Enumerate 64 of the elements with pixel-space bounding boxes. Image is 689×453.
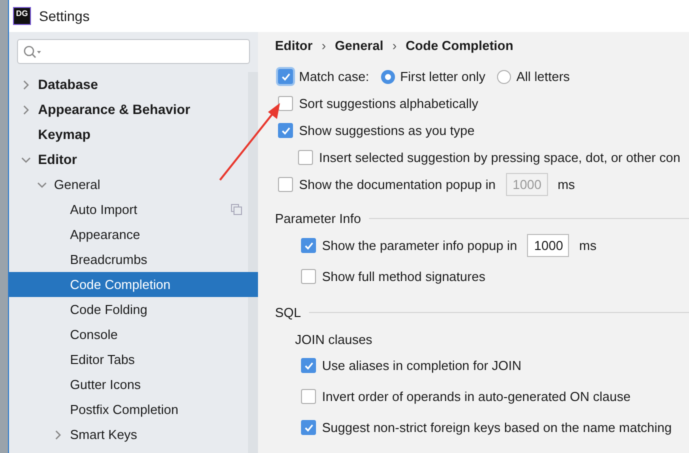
checkbox[interactable] [278,69,293,84]
tree-item[interactable]: Database [9,72,258,97]
breadcrumb-separator: › [392,38,397,52]
option-label: Show suggestions as you type [299,123,475,138]
radio-option[interactable]: All letters [497,69,570,84]
checkbox[interactable] [301,269,316,284]
chevron-down-icon[interactable] [36,180,46,190]
option-label: Show the parameter info popup in [322,238,518,253]
section-title: SQL [275,304,302,320]
section-title: Parameter Info [275,210,361,226]
radio-button[interactable] [497,70,512,84]
check-icon [304,360,314,370]
chevron-right-icon[interactable] [20,104,30,114]
option-label: Show full method signatures [322,269,486,284]
breadcrumb-separator: › [322,38,326,52]
check-icon [304,240,314,250]
check-icon [304,422,314,432]
tree-item[interactable]: Smart Keys [9,422,258,447]
tree-item[interactable]: Auto Import [9,197,258,222]
tree-item[interactable]: Code Folding [9,297,258,322]
checkbox[interactable] [301,420,316,435]
checkbox[interactable] [278,96,293,111]
option-label: Sort suggestions alphabetically [299,96,478,111]
breadcrumb-item[interactable]: General [334,38,384,52]
unit-label: ms [558,177,575,192]
option-label: Insert selected suggestion by pressing space, dot, or other con [319,150,680,165]
tree-item[interactable]: Editor Tabs [9,347,258,372]
radio-option[interactable]: First letter only [381,69,486,84]
checkbox[interactable] [301,238,316,253]
option-label: Suggest non-strict foreign keys based on the name matching [322,420,672,435]
breadcrumb-item[interactable]: Editor [275,38,313,52]
search-field[interactable] [17,39,250,64]
tree-item[interactable]: Gutter Icons [9,372,258,397]
window-title: Settings [39,8,90,24]
unit-label: ms [579,238,596,253]
tree-item[interactable]: Keymap [9,122,258,147]
checkbox[interactable] [278,123,293,138]
number-field[interactable]: 1000 [527,234,570,257]
breadcrumb-item[interactable]: Code Completion [406,38,514,52]
check-icon [280,72,290,82]
tree-item[interactable]: Appearance [9,222,258,247]
checkbox[interactable] [298,150,313,165]
tree-item[interactable]: Appearance & Behavior [9,97,258,122]
option-label: Use aliases in completion for JOIN [322,358,522,373]
tree-item[interactable]: Postfix Completion [9,397,258,422]
checkbox[interactable] [301,389,316,404]
checkbox[interactable] [301,358,316,373]
app-logo-icon: DG [13,7,31,25]
tree-item[interactable]: Editor [9,147,258,172]
option-label: Show the documentation popup in [299,177,496,192]
group-title: JOIN clauses [295,332,372,346]
search-icon [23,44,43,58]
option-label: Invert order of operands in auto-generated ON clause [322,389,631,404]
chevron-right-icon[interactable] [52,430,62,440]
scrollbar[interactable] [248,72,258,453]
tree-item[interactable]: General [9,172,258,197]
chevron-down-icon[interactable] [20,154,30,164]
tree-item[interactable]: Code Completion [9,272,258,297]
tree-item[interactable]: Console [9,322,258,347]
radio-button[interactable] [381,70,396,84]
chevron-right-icon[interactable] [20,80,30,90]
tree-item[interactable]: Breadcrumbs [9,247,258,272]
option-label: Match case: [299,69,370,84]
check-icon [280,126,290,136]
